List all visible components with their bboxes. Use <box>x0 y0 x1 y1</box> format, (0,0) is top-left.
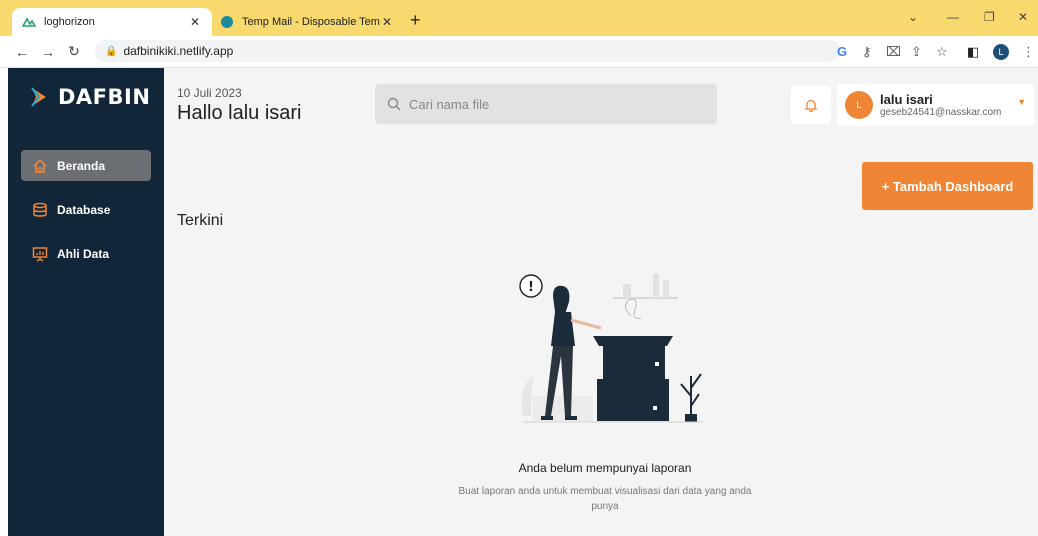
sidebar-item-label: Database <box>57 202 111 217</box>
search-icon <box>387 97 401 111</box>
lock-icon: 🔒 <box>105 45 118 57</box>
chevron-down-icon: ▼ <box>1017 97 1026 107</box>
forward-icon[interactable]: → <box>38 44 58 60</box>
empty-state-description: Buat laporan anda untuk membuat visualis… <box>458 486 752 512</box>
home-icon <box>33 158 47 173</box>
sidebar-item-beranda[interactable]: Beranda <box>21 150 151 181</box>
back-icon[interactable]: ← <box>12 44 32 60</box>
browser-tab-active[interactable]: loghorizon ✕ <box>12 8 212 36</box>
close-window-icon[interactable]: ✕ <box>1018 10 1028 24</box>
user-email: geseb24541@nasskar.com <box>880 107 1002 118</box>
tab-search-icon[interactable]: ⌄ <box>908 10 918 24</box>
close-tab-icon[interactable]: ✕ <box>188 15 202 29</box>
user-name: lalu isari <box>880 92 933 107</box>
tab-title: loghorizon <box>44 16 95 28</box>
brand-name: DAFBIN <box>58 85 151 109</box>
sidebar-item-label: Beranda <box>57 158 106 173</box>
google-icon[interactable]: G <box>837 44 847 59</box>
browser-tab-inactive[interactable]: Temp Mail - Disposable Tempora ✕ <box>212 8 402 36</box>
key-icon[interactable]: ⚷ <box>862 44 872 60</box>
user-avatar: L <box>845 91 873 119</box>
svg-text:!: ! <box>528 280 534 295</box>
restore-icon[interactable]: ❐ <box>984 10 995 24</box>
loghorizon-favicon-icon <box>21 15 37 29</box>
translate-icon[interactable]: ⌧ <box>886 44 901 60</box>
address-bar[interactable]: 🔒 dafbinikiki.netlify.app <box>95 40 840 62</box>
sidebar-item-label: Ahli Data <box>57 246 110 261</box>
tempmail-favicon-icon <box>220 15 234 29</box>
current-date: 10 Juli 2023 <box>177 86 242 100</box>
search-input[interactable] <box>409 96 709 112</box>
browser-toolbar: ← → ↻ 🔒 dafbinikiki.netlify.app G ⚷ ⌧ ⇪ … <box>0 36 1038 68</box>
add-dashboard-button[interactable]: + Tambah Dashboard <box>862 162 1033 210</box>
empty-state-title: Anda belum mempunyai laporan <box>518 461 692 475</box>
bookmark-star-icon[interactable]: ☆ <box>936 44 948 60</box>
database-icon <box>33 202 47 217</box>
empty-state-illustration: ! <box>519 274 703 423</box>
presentation-icon <box>32 246 48 262</box>
sidebar: DAFBIN Beranda Database Ahli Data <box>8 68 164 536</box>
reload-icon[interactable]: ↻ <box>64 43 84 60</box>
logo[interactable]: DAFBIN <box>30 85 150 109</box>
browser-tabstrip: loghorizon ✕ Temp Mail - Disposable Temp… <box>0 0 1038 36</box>
sidebar-item-database[interactable]: Database <box>21 194 151 225</box>
logo-mark-icon <box>31 87 46 107</box>
sidebar-item-ahli-data[interactable]: Ahli Data <box>21 238 151 269</box>
url-text: dafbinikiki.netlify.app <box>123 44 234 58</box>
new-tab-icon[interactable]: + <box>410 10 421 31</box>
bell-icon <box>804 99 818 112</box>
section-title: Terkini <box>177 212 224 229</box>
minimize-icon[interactable]: — <box>947 10 959 24</box>
close-tab-icon[interactable]: ✕ <box>380 15 394 29</box>
user-menu[interactable]: L lalu isari geseb24541@nasskar.com ▼ <box>837 84 1034 126</box>
tab-title: Temp Mail - Disposable Tempora <box>242 16 380 28</box>
side-panel-icon[interactable]: ◧ <box>967 44 979 60</box>
share-icon[interactable]: ⇪ <box>911 44 922 60</box>
notification-button[interactable] <box>791 86 831 124</box>
search-bar <box>375 84 717 124</box>
app-page: DAFBIN Beranda Database Ahli Data 10 Jul… <box>8 68 1038 536</box>
menu-kebab-icon[interactable]: ⋮ <box>1022 44 1035 60</box>
profile-avatar[interactable]: L <box>993 44 1009 60</box>
greeting-title: Hallo lalu isari <box>177 102 302 124</box>
